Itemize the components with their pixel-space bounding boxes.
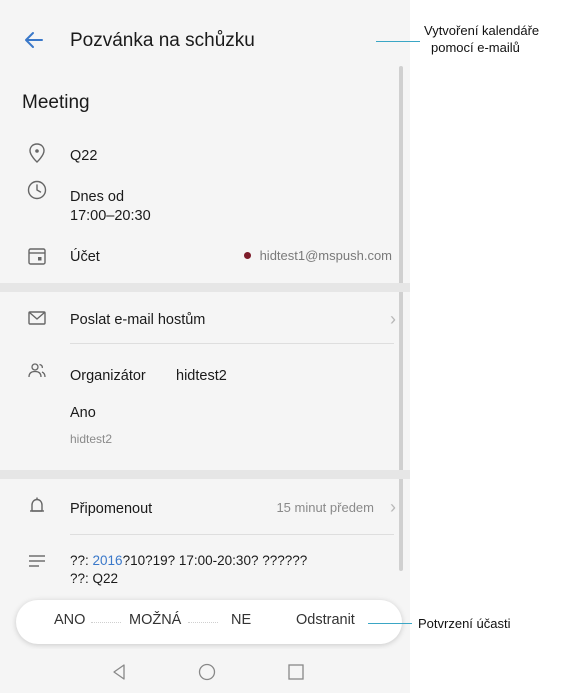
delete-button[interactable]: Odstranit [296,612,355,628]
callout-calendar-email: Vytvoření kalendáře pomocí e-mailů [424,22,539,56]
nav-back-icon[interactable] [108,661,130,683]
organizer-name: hidtest2 [176,368,227,384]
reminder-value[interactable]: 15 minut předem [276,500,374,515]
callout-confirm-attendance: Potvrzení účasti [418,616,511,631]
rsvp-action-bar: ANO MOŽNÁ NE Odstranit [16,600,402,644]
back-arrow-icon[interactable] [22,28,46,52]
action-separator [188,622,218,623]
row-divider [70,534,394,535]
account-email: hidtest1@mspush.com [259,248,392,263]
scrollbar[interactable] [399,66,403,571]
location-pin-icon [29,143,45,163]
row-divider [70,343,394,344]
account-label: Účet [70,249,100,265]
description-line-2: ??: Q22 [70,571,119,586]
callout-top-line-2: pomocí e-mailů [431,40,520,55]
event-title: Meeting [22,92,90,113]
callout-line-bottom [368,623,412,624]
yes-button[interactable]: ANO [54,612,85,628]
app-bar: Pozvánka na schůzku [0,0,410,72]
event-description: ??: 2016?10?19? 17:00-20:30? ?????? ??: … [70,552,307,588]
reminder-label[interactable]: Připomenout [70,500,152,519]
event-time-label: Dnes od [70,189,125,205]
section-divider [0,470,410,479]
chevron-right-icon: › [390,309,396,329]
event-location: Q22 [70,148,98,164]
send-email-guests[interactable]: Poslat e-mail hostům [70,311,205,330]
callout-line-top [376,41,420,42]
bell-icon [30,497,44,512]
description-rest: ?10?19? 17:00-20:30? ?????? [122,553,308,568]
maybe-button[interactable]: MOŽNÁ [129,612,181,628]
clock-icon [27,180,47,200]
section-divider [0,283,410,292]
attendance-status: Ano [70,405,96,421]
page-title: Pozvánka na schůzku [70,30,255,51]
notes-icon [29,555,45,567]
callout-top-line-1: Vytvoření kalendáře [424,23,540,38]
account-color-dot [243,252,251,259]
event-time-range: 17:00–20:30 [70,208,151,224]
account-value[interactable]: hidtest1@mspush.com [243,248,392,263]
nav-home-icon[interactable] [196,661,218,683]
description-prefix: ??: [70,553,93,568]
no-button[interactable]: NE [231,612,251,628]
phone-screen: Pozvánka na schůzku Meeting Q22 Dnes od … [0,0,410,693]
nav-recent-icon[interactable] [285,661,307,683]
event-details [0,72,410,602]
description-line-1: ??: 2016?10?19? 17:00-20:30? ?????? [70,552,307,570]
description-year-link[interactable]: 2016 [93,553,123,568]
organizer-label: Organizátor [70,368,146,384]
action-separator [91,622,121,623]
system-nav-bar [0,649,410,693]
chevron-right-icon: › [390,497,396,517]
people-icon [28,363,46,378]
attendee-name: hidtest2 [70,432,113,446]
envelope-icon [28,311,46,325]
calendar-icon [28,248,46,265]
